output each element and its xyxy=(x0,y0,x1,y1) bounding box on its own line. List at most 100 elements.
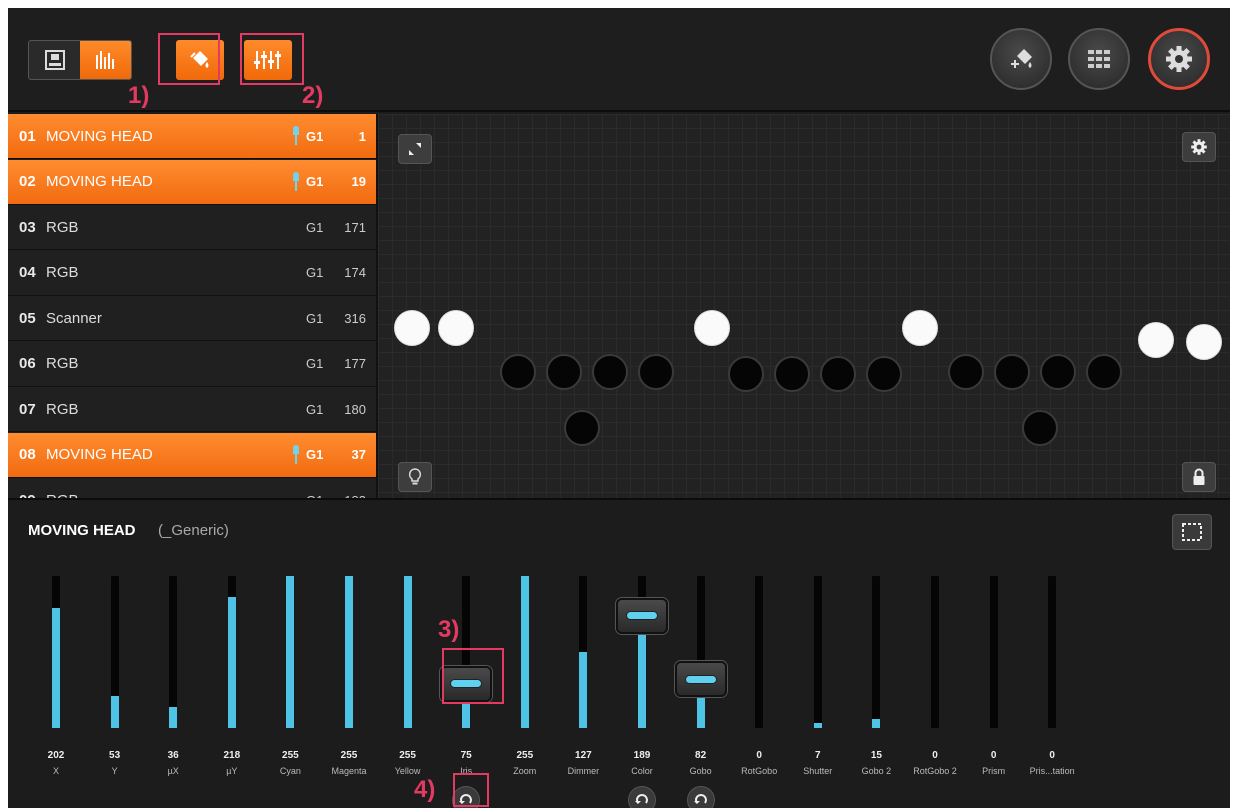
reset-button[interactable] xyxy=(628,786,656,808)
fader-track[interactable] xyxy=(813,576,822,728)
stage-fixture[interactable] xyxy=(1138,322,1174,358)
fader-track[interactable] xyxy=(579,576,588,728)
fader-fill xyxy=(403,576,412,728)
top-toolbar: 1) 2) xyxy=(8,8,1230,112)
channel-label: RotGobo 2 xyxy=(913,766,957,776)
channel-label: Gobo 2 xyxy=(861,766,892,776)
channel-fader[interactable]: 7 Shutter xyxy=(790,500,850,808)
stage-fixture[interactable] xyxy=(728,356,764,392)
reset-button[interactable] xyxy=(686,786,715,808)
channel-label: Prism xyxy=(982,766,1006,776)
fader-track[interactable] xyxy=(52,576,60,728)
channel-fader[interactable]: 0 RotGobo 2 xyxy=(907,500,967,808)
app-window: 1) 2) 01 MOVING HEAD G1 1 02 MOVING HEAD… xyxy=(8,8,1230,808)
fader-track[interactable] xyxy=(227,576,236,728)
fader-knob[interactable] xyxy=(616,597,668,634)
fixture-address: 37 xyxy=(351,447,366,462)
fader-track[interactable] xyxy=(755,576,764,728)
fader-track[interactable] xyxy=(520,576,529,728)
stage-fixture[interactable] xyxy=(1086,354,1122,390)
add-fixture-button[interactable] xyxy=(990,28,1052,90)
fixture-row[interactable]: 01 MOVING HEAD G1 1 xyxy=(8,114,376,159)
stage-fixture[interactable] xyxy=(820,356,856,392)
fader-track[interactable] xyxy=(403,576,412,728)
fixture-group: G1 xyxy=(306,219,324,235)
channel-fader[interactable]: 255 Magenta xyxy=(321,500,381,808)
fixture-row[interactable]: 02 MOVING HEAD G1 19 xyxy=(8,159,376,205)
stage-fixture[interactable] xyxy=(866,356,902,392)
channel-fader[interactable]: 15 Gobo 2 xyxy=(848,500,908,808)
fixture-row[interactable]: 09RGBG1183 xyxy=(8,478,376,499)
stage-fixture[interactable] xyxy=(592,354,628,390)
channel-value: 0 xyxy=(756,750,762,761)
stage-fixture[interactable] xyxy=(564,410,600,446)
channel-fader[interactable]: 127 Dimmer xyxy=(555,500,615,808)
fixture-row[interactable]: 08 MOVING HEAD G1 37 xyxy=(8,432,376,478)
stage-view-button[interactable] xyxy=(29,41,80,79)
fader-track[interactable] xyxy=(931,576,939,728)
grid-layout-button[interactable] xyxy=(1068,28,1130,90)
fader-knob[interactable] xyxy=(674,661,727,698)
fader-track[interactable] xyxy=(286,576,295,728)
channel-fader[interactable]: 202 X xyxy=(28,500,88,808)
select-area-button[interactable] xyxy=(1172,514,1212,550)
marker-label-4: 4) xyxy=(414,776,436,803)
channel-fader[interactable]: 0 RotGobo xyxy=(731,500,791,808)
bars-view-button[interactable] xyxy=(80,41,131,79)
channel-fader[interactable]: 255 Cyan xyxy=(262,500,322,808)
fixture-group: G1 xyxy=(306,401,324,417)
stage-fixture[interactable] xyxy=(1186,324,1222,360)
channel-fader[interactable]: 36 µX xyxy=(145,500,205,808)
fixture-row[interactable]: 07 RGB G1 180 xyxy=(8,387,376,432)
stage-fixture[interactable] xyxy=(948,354,984,390)
stage-fixture[interactable] xyxy=(638,354,674,390)
stage-fixture[interactable] xyxy=(394,310,430,346)
fixture-row[interactable]: 03 RGB G1 171 xyxy=(8,205,376,250)
stage-fixture[interactable] xyxy=(994,354,1030,390)
fixture-row[interactable]: 06 RGB G1 177 xyxy=(8,342,376,387)
fixture-address: 316 xyxy=(344,310,366,326)
settings-button[interactable] xyxy=(1148,28,1210,90)
channel-fader[interactable]: 255 Zoom xyxy=(497,500,557,808)
stage-settings-button[interactable] xyxy=(1182,132,1216,162)
fixture-address: 174 xyxy=(344,265,366,280)
gear-icon xyxy=(1191,139,1207,155)
fader-track[interactable] xyxy=(169,576,178,728)
stage-view[interactable] xyxy=(376,114,1230,498)
channel-fader[interactable]: 0 Pris...tation xyxy=(1024,500,1084,808)
stage-fixture[interactable] xyxy=(438,310,474,346)
fader-track[interactable] xyxy=(345,576,353,728)
fader-track[interactable] xyxy=(696,576,705,728)
fader-track[interactable] xyxy=(1048,576,1057,728)
stage-fixture[interactable] xyxy=(546,354,582,390)
stage-fixture[interactable] xyxy=(902,310,938,346)
channel-fader[interactable]: 255 Yellow xyxy=(380,500,440,808)
channel-fader[interactable]: 218 µY xyxy=(204,500,264,808)
fader-fill xyxy=(813,723,822,728)
grid-icon xyxy=(1088,50,1110,68)
fader-track[interactable] xyxy=(110,576,119,728)
fixture-row[interactable]: 05 Scanner G1 316 xyxy=(8,296,376,341)
fixture-list[interactable]: 01 MOVING HEAD G1 1 02 MOVING HEAD G1 19 03 RGB G1… xyxy=(8,114,376,498)
fixture-name: Scanner xyxy=(46,309,102,327)
channel-value: 202 xyxy=(47,750,65,761)
fader-track[interactable] xyxy=(872,576,881,728)
gear-icon xyxy=(1166,46,1192,72)
stage-fixture[interactable] xyxy=(694,310,730,346)
stage-fixture[interactable] xyxy=(774,356,810,392)
channel-label: Zoom xyxy=(513,766,537,776)
fader-track[interactable] xyxy=(989,576,998,728)
lock-button[interactable] xyxy=(1182,462,1216,492)
channel-fader[interactable]: 0 Prism xyxy=(966,500,1026,808)
highlight-button[interactable] xyxy=(398,462,432,492)
channel-fader[interactable]: 53 Y xyxy=(87,500,147,808)
fixture-row[interactable]: 04 RGB G1 174 xyxy=(8,251,376,296)
channel-value: 82 xyxy=(695,750,707,761)
channel-fader[interactable]: 189 Color xyxy=(614,500,674,808)
stage-fixture[interactable] xyxy=(500,354,536,390)
expand-button[interactable] xyxy=(398,134,432,164)
channel-label: µY xyxy=(226,766,238,776)
stage-fixture[interactable] xyxy=(1022,410,1058,446)
channel-fader[interactable]: 82 Gobo xyxy=(673,500,733,808)
stage-fixture[interactable] xyxy=(1040,354,1076,390)
